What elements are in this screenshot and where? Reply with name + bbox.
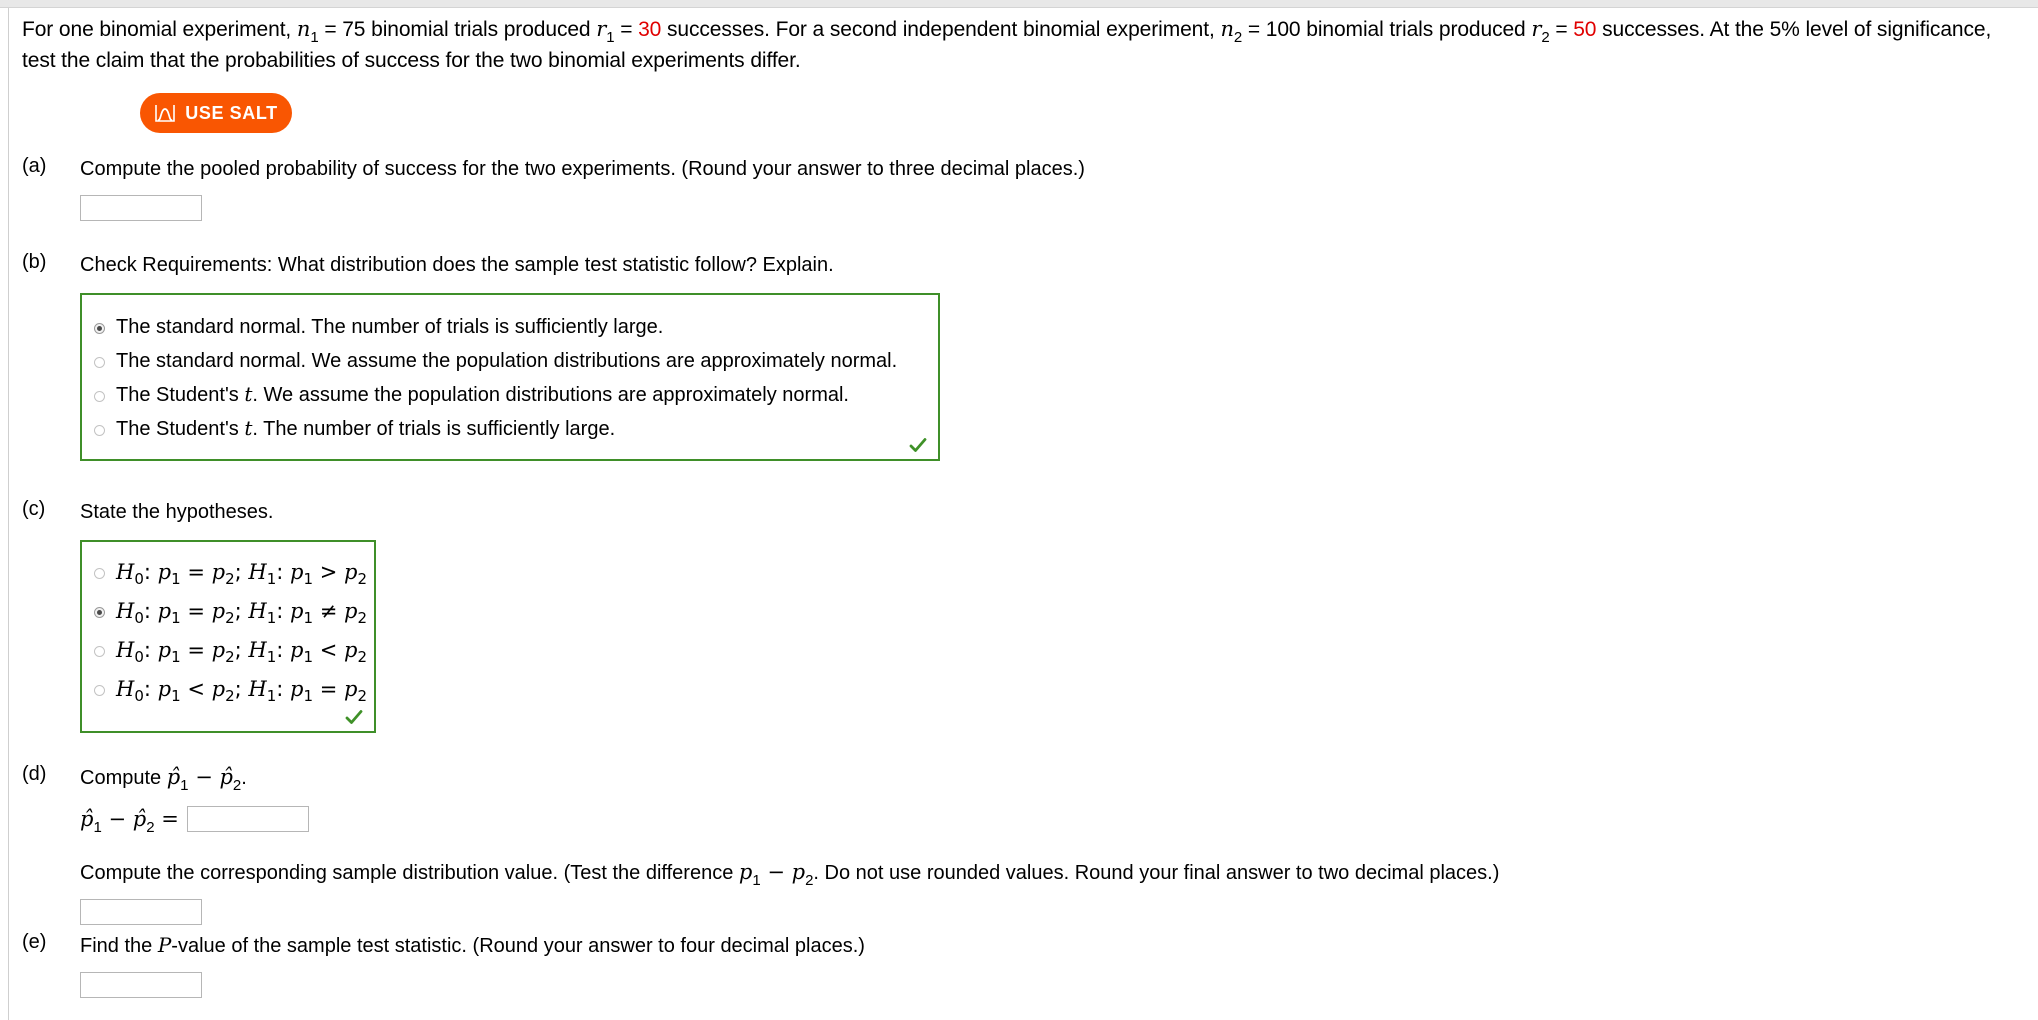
variable-r2: r2 — [1531, 17, 1550, 46]
radio-button[interactable] — [94, 322, 105, 334]
variable-n2: n2 — [1220, 17, 1243, 46]
hypothesis-label: H0: p1 < p2; H1: p1 = p2 — [116, 676, 368, 705]
variable-n1: n1 — [296, 17, 319, 46]
part-c-option-3[interactable]: H0: p1 = p2; H1: p1 < p2 — [82, 630, 374, 669]
use-salt-label: USE SALT — [185, 102, 278, 123]
part-d-label: (d) — [22, 763, 47, 785]
statement-text-7: successes. At the 5% level of significan… — [1596, 18, 1992, 41]
part-b-option-1[interactable]: The standard normal. The number of trial… — [82, 309, 938, 343]
part-b-option-group: The standard normal. The number of trial… — [80, 293, 940, 461]
part-d-prompt: Compute p̂1 − p̂2. — [80, 765, 247, 794]
radio-button[interactable] — [94, 424, 105, 436]
hypothesis-label: H0: p1 = p2; H1: p1 < p2 — [116, 637, 368, 666]
part-b-option-2[interactable]: The standard normal. We assume the popul… — [82, 343, 938, 377]
statement-line-2: test the claim that the probabilities of… — [22, 49, 801, 72]
radio-button[interactable] — [94, 685, 105, 696]
part-c: (c) State the hypotheses. H0: p1 = p2; H… — [22, 498, 376, 733]
part-e-label: (e) — [22, 931, 47, 953]
radio-button[interactable] — [94, 607, 105, 618]
part-e: (e) Find the P-value of the sample test … — [22, 931, 865, 998]
part-b: (b) Check Requirements: What distributio… — [22, 251, 940, 461]
statement-text-1: For one binomial experiment, — [22, 18, 297, 41]
statement-text-6: = — [1549, 18, 1574, 41]
hypothesis-label: H0: p1 = p2; H1: p1 > p2 — [116, 559, 368, 588]
use-salt-button[interactable]: USE SALT — [140, 93, 292, 133]
part-a-input[interactable] — [80, 195, 202, 221]
part-d-equation-row: p̂1 − p̂2 = — [80, 806, 1499, 836]
part-a-prompt: Compute the pooled probability of succes… — [80, 158, 1085, 180]
part-d-equation-label: p̂1 − p̂2 = — [80, 807, 179, 836]
correct-checkmark-icon — [909, 438, 927, 452]
option-label: The standard normal. We assume the popul… — [116, 349, 898, 372]
r1-value: 30 — [638, 18, 662, 41]
part-c-option-1[interactable]: H0: p1 = p2; H1: p1 > p2 — [82, 552, 374, 591]
part-d: (d) Compute p̂1 − p̂2. p̂1 − p̂2 = Compu… — [22, 763, 1499, 925]
part-a-label: (a) — [22, 155, 47, 177]
part-d-input-2[interactable] — [80, 899, 202, 925]
option-label: The standard normal. The number of trial… — [116, 315, 664, 338]
variable-r1: r1 — [596, 17, 615, 46]
part-d-prompt-2: Compute the corresponding sample distrib… — [80, 860, 1500, 889]
radio-button[interactable] — [94, 356, 105, 368]
part-c-option-group: H0: p1 = p2; H1: p1 > p2 H0: p1 = p2; H1… — [80, 540, 376, 733]
part-a: (a) Compute the pooled probability of su… — [22, 155, 1085, 221]
statement-text-5: = 100 binomial trials produced — [1242, 18, 1532, 41]
statement-text-2: = 75 binomial trials produced — [318, 18, 597, 41]
radio-button[interactable] — [94, 646, 105, 657]
radio-button[interactable] — [94, 568, 105, 579]
part-c-option-2[interactable]: H0: p1 = p2; H1: p1 ≠ p2 — [82, 591, 374, 630]
p-difference: p1 − p2 — [738, 860, 814, 889]
r2-value: 50 — [1573, 18, 1597, 41]
option-label: The Student's t. The number of trials is… — [116, 415, 616, 440]
radio-button[interactable] — [94, 390, 105, 402]
part-b-option-3[interactable]: The Student's t. We assume the populatio… — [82, 377, 938, 411]
option-label: The Student's t. We assume the populatio… — [116, 381, 849, 406]
distribution-curve-icon — [155, 105, 176, 122]
p-hat-difference: p̂1 − p̂2 — [166, 765, 242, 794]
p-value-symbol: P — [157, 933, 172, 957]
part-d-input[interactable] — [186, 806, 309, 832]
part-c-prompt: State the hypotheses. — [80, 501, 274, 523]
part-e-input[interactable] — [80, 972, 202, 998]
part-b-option-4[interactable]: The Student's t. The number of trials is… — [82, 411, 938, 445]
part-c-option-4[interactable]: H0: p1 < p2; H1: p1 = p2 — [82, 669, 374, 708]
part-b-label: (b) — [22, 251, 47, 273]
correct-checkmark-icon — [345, 710, 363, 724]
part-c-label: (c) — [22, 498, 46, 520]
statement-text-4: successes. For a second independent bino… — [661, 18, 1221, 41]
window-top-band — [0, 0, 2038, 8]
page-left-rule — [8, 8, 9, 1020]
part-b-prompt: Check Requirements: What distribution do… — [80, 254, 834, 276]
part-e-prompt: Find the P-value of the sample test stat… — [80, 933, 865, 957]
hypothesis-label: H0: p1 = p2; H1: p1 ≠ p2 — [116, 598, 368, 627]
problem-statement: For one binomial experiment, n1 = 75 bin… — [22, 14, 2022, 76]
statement-text-3: = — [614, 18, 639, 41]
